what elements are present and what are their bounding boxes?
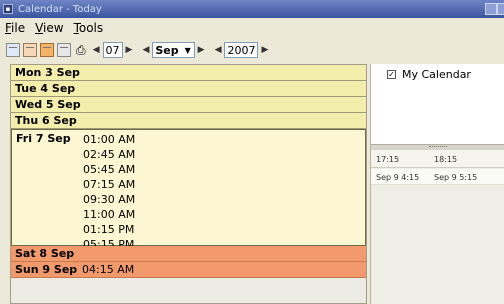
day-row-tue[interactable]: Tue 4 Sep [11, 81, 366, 97]
month-prev-arrow-icon[interactable]: ◀ [139, 45, 152, 55]
calendar-name: My Calendar [402, 68, 471, 81]
event-time-list: 01:00 AM 02:45 AM 05:45 AM 07:15 AM 09:3… [83, 132, 135, 252]
side-panel: ✓ My Calendar 17:15 18:15 Sep 9 4:15 Sep… [370, 64, 504, 304]
minimize-button[interactable] [485, 3, 497, 15]
day-label: Tue 4 Sep [15, 82, 76, 95]
month-select-value: Sep [155, 43, 179, 57]
day-row-mon[interactable]: Mon 3 Sep [11, 65, 366, 81]
schedule-header: 17:15 18:15 [371, 150, 504, 168]
day-row-thu[interactable]: Thu 6 Sep [11, 113, 366, 129]
menu-tools[interactable]: Tools [74, 21, 104, 35]
day-row-sun[interactable]: Sun 9 Sep 04:15 AM [11, 262, 366, 278]
day-label: Thu 6 Sep [15, 114, 77, 127]
day-prev-arrow-icon[interactable]: ◀ [90, 45, 103, 55]
year-next-arrow-icon[interactable]: ▶ [258, 45, 271, 55]
schedule-header-start: 17:15 [376, 155, 400, 164]
week-view-icon[interactable] [40, 43, 54, 57]
toolbar: ⎙ ◀ 07 ▶ ◀ Sep ▼ ▶ ◀ 2007 ▶ [0, 38, 504, 62]
day-label: Sat 8 Sep [15, 247, 75, 260]
schedule-table: 17:15 18:15 Sep 9 4:15 Sep 9 5:15 [371, 150, 504, 304]
year-input[interactable]: 2007 [224, 42, 259, 58]
event-time[interactable]: 09:30 AM [83, 192, 135, 207]
chevron-down-icon[interactable]: ▼ [182, 46, 194, 55]
event-time[interactable]: 11:00 AM [83, 207, 135, 222]
year-spinner: ◀ 2007 ▶ [212, 42, 272, 58]
day-row-wed[interactable]: Wed 5 Sep [11, 97, 366, 113]
month-view-icon[interactable] [57, 43, 71, 57]
day-next-arrow-icon[interactable]: ▶ [123, 45, 136, 55]
day-label: Sun 9 Sep [15, 263, 78, 276]
event-time[interactable]: 01:15 PM [83, 222, 135, 237]
schedule-end: Sep 9 5:15 [434, 173, 478, 182]
day-spinner: ◀ 07 ▶ [90, 42, 136, 58]
title-bar: ▪ Calendar - Today [0, 0, 504, 18]
day-label: Fri 7 Sep [16, 132, 71, 145]
month-next-arrow-icon[interactable]: ▶ [195, 45, 208, 55]
day-row-fri[interactable]: Fri 7 Sep 01:00 AM 02:45 AM 05:45 AM 07:… [11, 129, 366, 251]
day-label: Mon 3 Sep [15, 66, 80, 79]
app-icon: ▪ [3, 4, 13, 14]
event-time[interactable]: 04:15 AM [82, 262, 134, 277]
event-time[interactable]: 01:00 AM [83, 132, 135, 147]
calendar-list-item[interactable]: ✓ My Calendar [387, 68, 471, 81]
year-prev-arrow-icon[interactable]: ◀ [212, 45, 225, 55]
work-week-view-icon[interactable] [23, 43, 37, 57]
event-time[interactable]: 02:45 AM [83, 147, 135, 162]
table-row[interactable]: Sep 9 4:15 Sep 9 5:15 [371, 169, 504, 185]
day-view-icon[interactable] [6, 43, 20, 57]
month-spinner: ◀ Sep ▼ ▶ [139, 42, 207, 58]
day-label: Wed 5 Sep [15, 98, 81, 111]
close-button[interactable] [497, 3, 504, 15]
day-input[interactable]: 07 [102, 42, 123, 58]
schedule-start: Sep 9 4:15 [376, 173, 420, 182]
menu-view[interactable]: View [35, 21, 63, 35]
agenda-panel: Mon 3 Sep Tue 4 Sep Wed 5 Sep Thu 6 Sep … [10, 64, 367, 304]
event-time[interactable]: 07:15 AM [83, 177, 135, 192]
calendar-checkbox[interactable]: ✓ [387, 70, 396, 79]
window-title: Calendar - Today [18, 3, 102, 15]
menu-file[interactable]: File [5, 21, 25, 35]
schedule-header-end: 18:15 [434, 155, 458, 164]
grip-icon [429, 146, 447, 148]
event-time[interactable]: 05:45 AM [83, 162, 135, 177]
month-select[interactable]: Sep ▼ [152, 42, 195, 58]
day-row-sat[interactable]: Sat 8 Sep [11, 246, 366, 262]
printer-icon[interactable]: ⎙ [76, 43, 86, 58]
menu-bar: File View Tools [0, 18, 504, 38]
